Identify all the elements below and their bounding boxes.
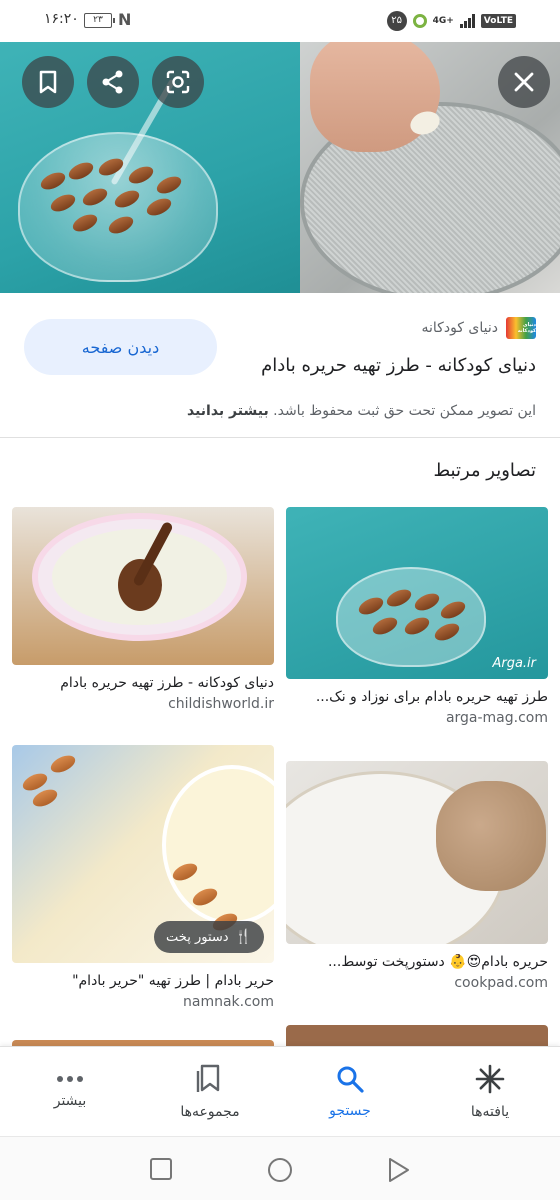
- signal-icon: [459, 14, 475, 28]
- lens-button[interactable]: [152, 56, 204, 108]
- related-image-domain: arga-mag.com: [445, 710, 548, 726]
- source-row[interactable]: دنیای کودکانه دنیای کودکانه: [421, 317, 536, 339]
- nav-search[interactable]: جستجو: [280, 1047, 420, 1137]
- home-button[interactable]: [267, 1157, 293, 1183]
- related-image-caption: دنیای کودکانه - طرز تهیه حریره بادام: [60, 675, 274, 691]
- nav-more[interactable]: بیشتر: [0, 1047, 140, 1137]
- notification-count-badge: ۲۵: [386, 11, 407, 31]
- watermark-text: Arga.ir: [492, 656, 536, 671]
- bookmark-icon: [39, 70, 57, 94]
- recipe-badge: 🍴 دستور پخت: [154, 921, 264, 953]
- save-button[interactable]: [22, 56, 74, 108]
- status-time: ۱۶:۲۰: [44, 11, 79, 27]
- system-navigation-bar: [0, 1136, 560, 1200]
- close-button[interactable]: [498, 56, 550, 108]
- related-image-card[interactable]: دنیای کودکانه - طرز تهیه حریره بادام chi…: [12, 507, 274, 712]
- search-icon: [337, 1066, 364, 1093]
- related-image-caption: حریر بادام | طرز تهیه "حریر بادام": [72, 973, 274, 989]
- image-title[interactable]: دنیای کودکانه - طرز تهیه حریره بادام: [261, 355, 536, 376]
- restaurant-icon: 🍴: [234, 929, 252, 945]
- related-image-domain: namnak.com: [183, 994, 274, 1010]
- visit-page-button[interactable]: دیدن صفحه: [24, 319, 217, 375]
- share-icon: [102, 70, 123, 94]
- related-image-caption: طرز تهیه حریره بادام برای نوزاد و نک...: [315, 689, 548, 705]
- related-image-card[interactable]: حریره بادام😍👶 دستورپخت توسط... cookpad.c…: [286, 761, 548, 991]
- related-image-caption: حریره بادام😍👶 دستورپخت توسط...: [327, 954, 548, 970]
- source-logo: دنیای کودکانه: [506, 317, 536, 339]
- related-image-domain: childishworld.ir: [168, 696, 274, 712]
- related-image-thumbnail[interactable]: [286, 1025, 548, 1046]
- lens-icon: [166, 70, 190, 94]
- learn-more-link[interactable]: بیشتر بدانید: [187, 403, 269, 419]
- share-button[interactable]: [87, 56, 139, 108]
- collections-icon: [196, 1064, 220, 1092]
- related-image-thumbnail[interactable]: 🍴 دستور پخت: [12, 745, 274, 963]
- nfc-icon: N: [118, 10, 132, 29]
- app-status-icon: [412, 14, 427, 28]
- bottom-navigation: بیشتر مجموعه‌ها جستجو یافته‌ها: [0, 1046, 560, 1136]
- nav-collections[interactable]: مجموعه‌ها: [140, 1047, 280, 1137]
- network-type: 4G+: [432, 15, 454, 26]
- volte-icon: VoLTE: [480, 14, 516, 28]
- main-image[interactable]: [0, 42, 560, 293]
- source-name: دنیای کودکانه: [421, 320, 499, 336]
- copyright-notice: این تصویر ممکن تحت حق ثبت محفوظ باشد. بی…: [186, 403, 536, 419]
- image-info-panel: دیدن صفحه دنیای کودکانه دنیای کودکانه دن…: [0, 293, 560, 438]
- related-image-card[interactable]: 🍴 دستور پخت حریر بادام | طرز تهیه "حریر …: [12, 745, 274, 1010]
- discover-icon: [475, 1064, 505, 1094]
- related-image-thumbnail[interactable]: [286, 761, 548, 944]
- related-images-heading: تصاویر مرتبط: [433, 460, 536, 481]
- status-bar: ۱۶:۲۰ ۲۳ N ۲۵ 4G+ VoLTE: [0, 0, 560, 42]
- nav-discover[interactable]: یافته‌ها: [420, 1047, 560, 1137]
- related-image-thumbnail[interactable]: Arga.ir: [286, 507, 548, 679]
- close-icon: [514, 72, 534, 92]
- battery-icon: ۲۳: [84, 13, 115, 28]
- related-image-thumbnail[interactable]: [12, 507, 274, 665]
- back-button[interactable]: [387, 1157, 411, 1183]
- related-image-card[interactable]: Arga.ir طرز تهیه حریره بادام برای نوزاد …: [286, 507, 548, 726]
- related-image-domain: cookpad.com: [454, 975, 548, 991]
- recent-apps-button[interactable]: [149, 1157, 173, 1181]
- more-icon: [57, 1076, 83, 1082]
